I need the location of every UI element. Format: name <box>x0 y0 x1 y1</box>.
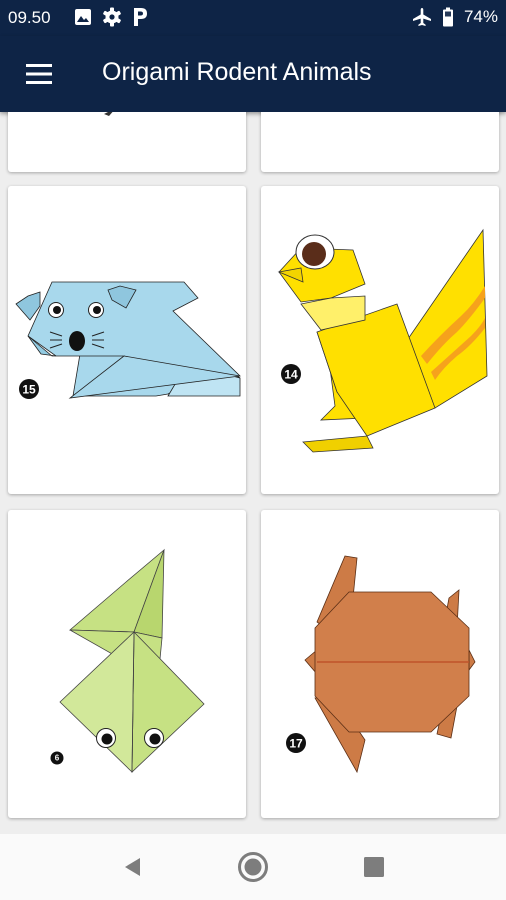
battery-icon <box>442 7 453 27</box>
system-nav-bar <box>0 834 506 900</box>
status-right: 74% <box>412 7 498 27</box>
status-bar: 09.50 74% <box>0 0 506 36</box>
card-squirrel[interactable]: 14 <box>261 186 499 494</box>
card-number-label: 6 <box>55 754 60 763</box>
card-number-label: 14 <box>284 368 298 382</box>
card-frog[interactable]: 6 <box>8 510 246 818</box>
airplane-icon <box>412 8 431 26</box>
home-circle-icon[interactable] <box>236 850 270 884</box>
origami-partial-image <box>104 112 113 116</box>
gear-icon <box>103 7 121 27</box>
image-icon <box>75 9 91 25</box>
mouse-origami-image: 15 <box>15 281 241 399</box>
hamburger-menu-icon[interactable] <box>24 60 54 88</box>
origami-grid: 15 14 6 17 <box>0 112 506 834</box>
card-number-label: 17 <box>289 737 303 751</box>
page-title: Origami Rodent Animals <box>102 58 372 86</box>
recents-square-icon[interactable] <box>357 850 391 884</box>
card-number-label: 15 <box>22 383 36 397</box>
status-time: 09.50 <box>8 8 51 27</box>
card-top-right[interactable] <box>261 112 499 172</box>
back-triangle-icon[interactable] <box>116 850 150 884</box>
app-bar: Origami Rodent Animals <box>0 36 506 112</box>
turtle-origami-image: 17 <box>286 555 476 774</box>
card-mouse[interactable]: 15 <box>8 186 246 494</box>
frog-origami-image: 6 <box>50 548 205 773</box>
status-left-icons <box>74 7 148 27</box>
parking-icon <box>134 8 147 26</box>
battery-percent: 74% <box>463 7 498 26</box>
card-top-left[interactable] <box>8 112 246 172</box>
card-turtle[interactable]: 17 <box>261 510 499 818</box>
squirrel-origami-image: 14 <box>277 228 488 453</box>
